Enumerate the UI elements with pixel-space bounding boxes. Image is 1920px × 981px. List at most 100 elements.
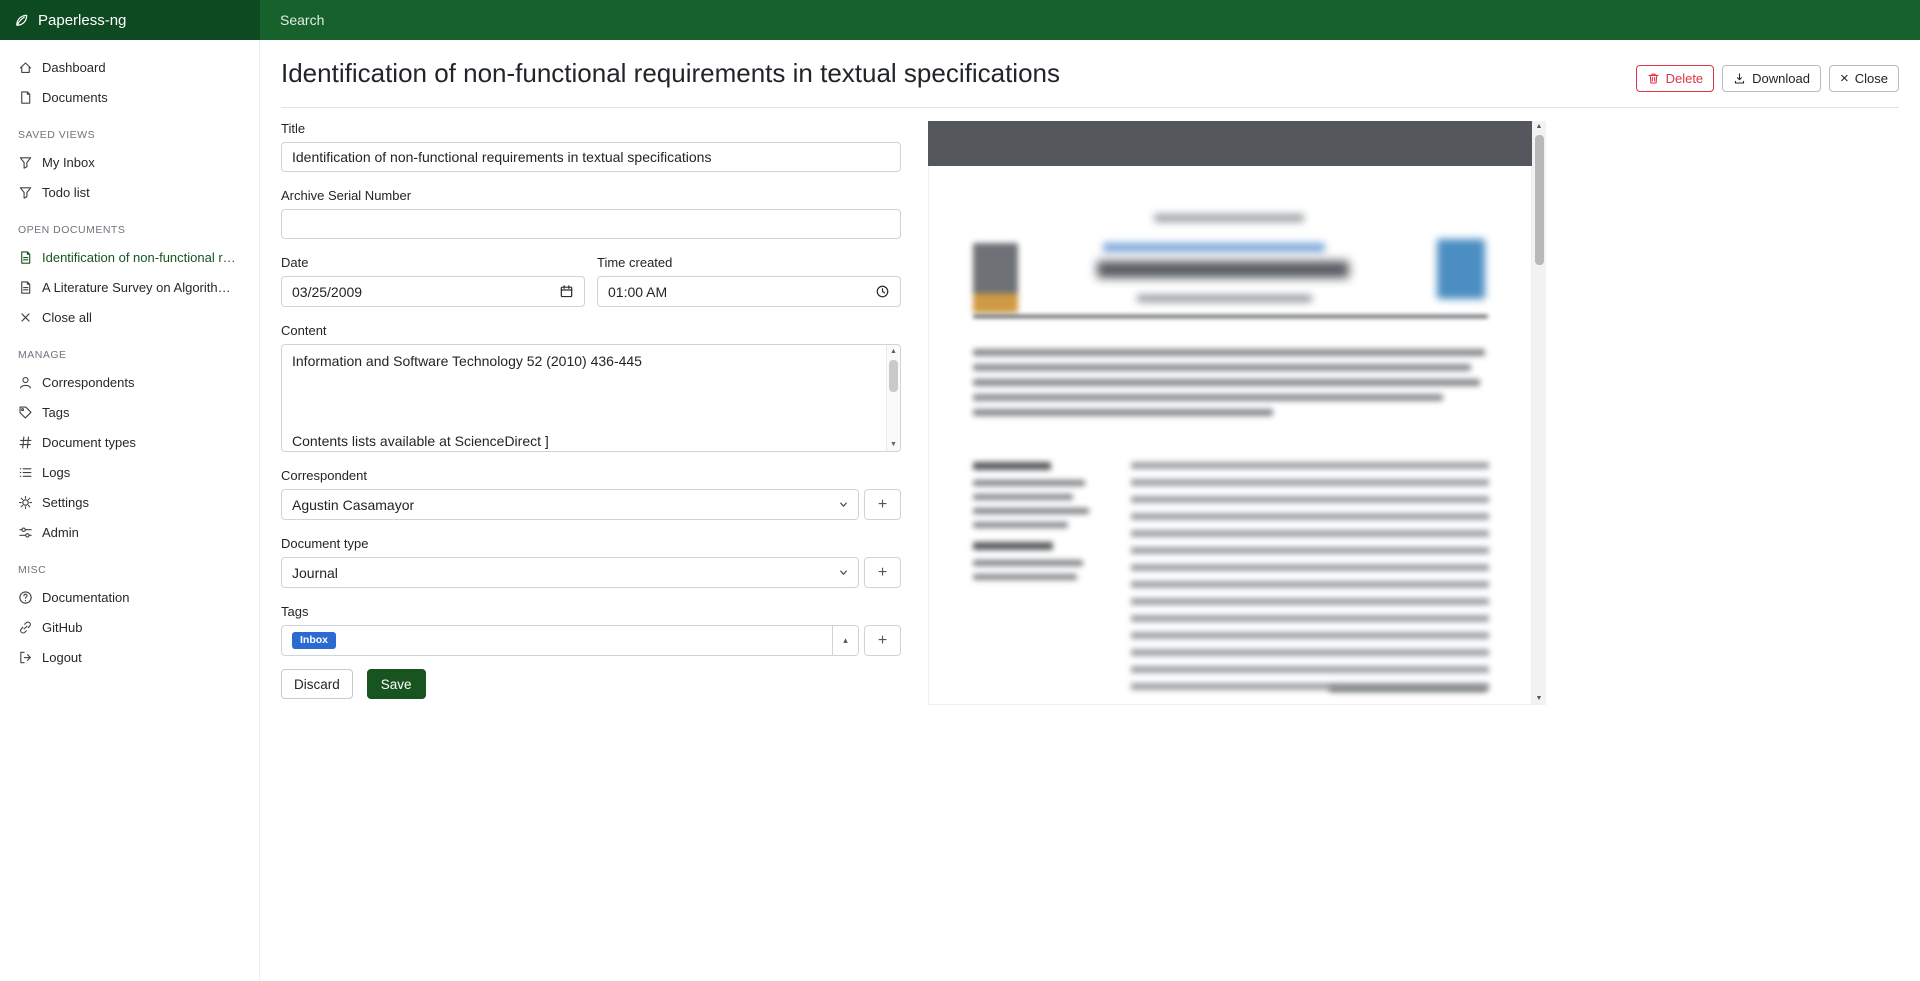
correspondent-select[interactable]: Agustin Casamayor [281,489,859,520]
sidebar: Dashboard Documents SAVED VIEWS My Inbox… [0,40,260,981]
sidebar-item-logout[interactable]: Logout [0,642,259,672]
sidebar-item-github[interactable]: GitHub [0,612,259,642]
blur-line [973,508,1089,514]
tag-icon [18,405,33,420]
page-title: Identification of non-functional require… [281,57,1060,90]
trash-icon [1647,72,1660,85]
sidebar-open-document-1[interactable]: Identification of non-functional require… [0,242,259,272]
download-icon [1733,72,1746,85]
document-form: Title Archive Serial Number Date 03/25/2… [281,121,901,699]
hash-icon [18,435,33,450]
scroll-up-icon[interactable]: ▲ [890,345,897,358]
calendar-icon[interactable] [559,284,574,299]
sliders-icon [18,525,33,540]
time-created-input[interactable]: 01:00 AM [597,276,901,307]
archive-serial-label: Archive Serial Number [281,188,901,203]
gear-icon [18,495,33,510]
archive-serial-input[interactable] [281,209,901,239]
blur-publisher-logo [1437,239,1485,299]
close-icon: × [1840,71,1849,86]
blur-heading [973,462,1051,470]
tag-badge-inbox[interactable]: Inbox [292,632,336,650]
blur-line [973,480,1085,486]
file-text-icon [18,280,33,295]
date-input[interactable]: 03/25/2009 [281,276,585,307]
blur-rule [973,315,1488,318]
file-icon [18,90,33,105]
sidebar-item-documents[interactable]: Documents [0,82,259,112]
document-type-label: Document type [281,536,901,551]
search-bar[interactable]: Search [260,0,1920,40]
logout-icon [18,650,33,665]
sidebar-header-saved-views: SAVED VIEWS [0,112,259,147]
sidebar-item-logs[interactable]: Logs [0,457,259,487]
scrollbar-thumb[interactable] [1535,135,1544,265]
sidebar-header-open-documents: OPEN DOCUMENTS [0,207,259,242]
tags-input[interactable]: Inbox [281,625,833,656]
blur-line [1329,686,1487,692]
pdf-scrollbar[interactable]: ▲ ▼ [1532,121,1546,705]
form-actions: Discard Save [281,669,901,699]
download-button[interactable]: Download [1722,65,1821,92]
add-document-type-button[interactable]: + [864,557,901,588]
blur-journal-logo [973,243,1018,313]
leaf-logo-icon [14,13,29,28]
sidebar-item-todo-list[interactable]: Todo list [0,177,259,207]
sidebar-header-manage: MANAGE [0,332,259,367]
top-navbar: Paperless-ng Search [0,0,1920,40]
content-scrollbar[interactable]: ▲ ▼ [886,345,900,451]
clock-icon[interactable] [875,284,890,299]
document-type-select[interactable]: Journal [281,557,859,588]
title-input[interactable] [281,142,901,172]
funnel-icon [18,185,33,200]
save-button[interactable]: Save [367,669,426,699]
blur-line [973,522,1068,528]
chevron-down-icon [838,499,849,510]
plus-icon: + [878,564,887,582]
pdf-viewer [928,121,1532,705]
scrollbar-thumb[interactable] [889,360,898,392]
list-icon [18,465,33,480]
funnel-icon [18,155,33,170]
sidebar-open-document-2[interactable]: A Literature Survey on Algorithms for Mu… [0,272,259,302]
sidebar-item-correspondents[interactable]: Correspondents [0,367,259,397]
tags-caret-button[interactable]: ▴ [832,625,859,656]
delete-button[interactable]: Delete [1636,65,1715,92]
sidebar-item-close-all[interactable]: Close all [0,302,259,332]
blur-line [973,364,1471,371]
blur-abstract-block [1131,462,1489,700]
scroll-up-icon[interactable]: ▲ [1536,121,1543,133]
blur-line [1154,214,1304,222]
search-input[interactable]: Search [280,12,324,28]
sidebar-item-documentation[interactable]: Documentation [0,582,259,612]
app-brand[interactable]: Paperless-ng [0,0,260,40]
house-icon [18,60,33,75]
blur-line [973,574,1077,580]
sidebar-item-my-inbox[interactable]: My Inbox [0,147,259,177]
file-text-icon [18,250,33,265]
sidebar-item-admin[interactable]: Admin [0,517,259,547]
sidebar-item-tags[interactable]: Tags [0,397,259,427]
scroll-down-icon[interactable]: ▼ [890,438,897,451]
discard-button[interactable]: Discard [281,669,353,699]
close-button[interactable]: × Close [1829,65,1899,92]
tags-label: Tags [281,604,901,619]
blur-line [1103,243,1325,252]
sidebar-item-settings[interactable]: Settings [0,487,259,517]
document-header: Identification of non-functional require… [281,40,1899,108]
person-icon [18,375,33,390]
question-circle-icon [18,590,33,605]
correspondent-label: Correspondent [281,468,901,483]
blur-line [973,394,1443,401]
scroll-down-icon[interactable]: ▼ [1536,693,1543,705]
sidebar-item-dashboard[interactable]: Dashboard [0,52,259,82]
blur-title [1097,261,1349,278]
pdf-toolbar[interactable] [928,121,1532,166]
content-textarea[interactable]: Information and Software Technology 52 (… [281,344,901,452]
close-icon [18,310,33,325]
main-content: Identification of non-functional require… [260,40,1920,981]
caret-up-icon: ▴ [843,635,848,646]
add-tag-button[interactable]: + [864,625,901,656]
sidebar-item-document-types[interactable]: Document types [0,427,259,457]
add-correspondent-button[interactable]: + [864,489,901,520]
